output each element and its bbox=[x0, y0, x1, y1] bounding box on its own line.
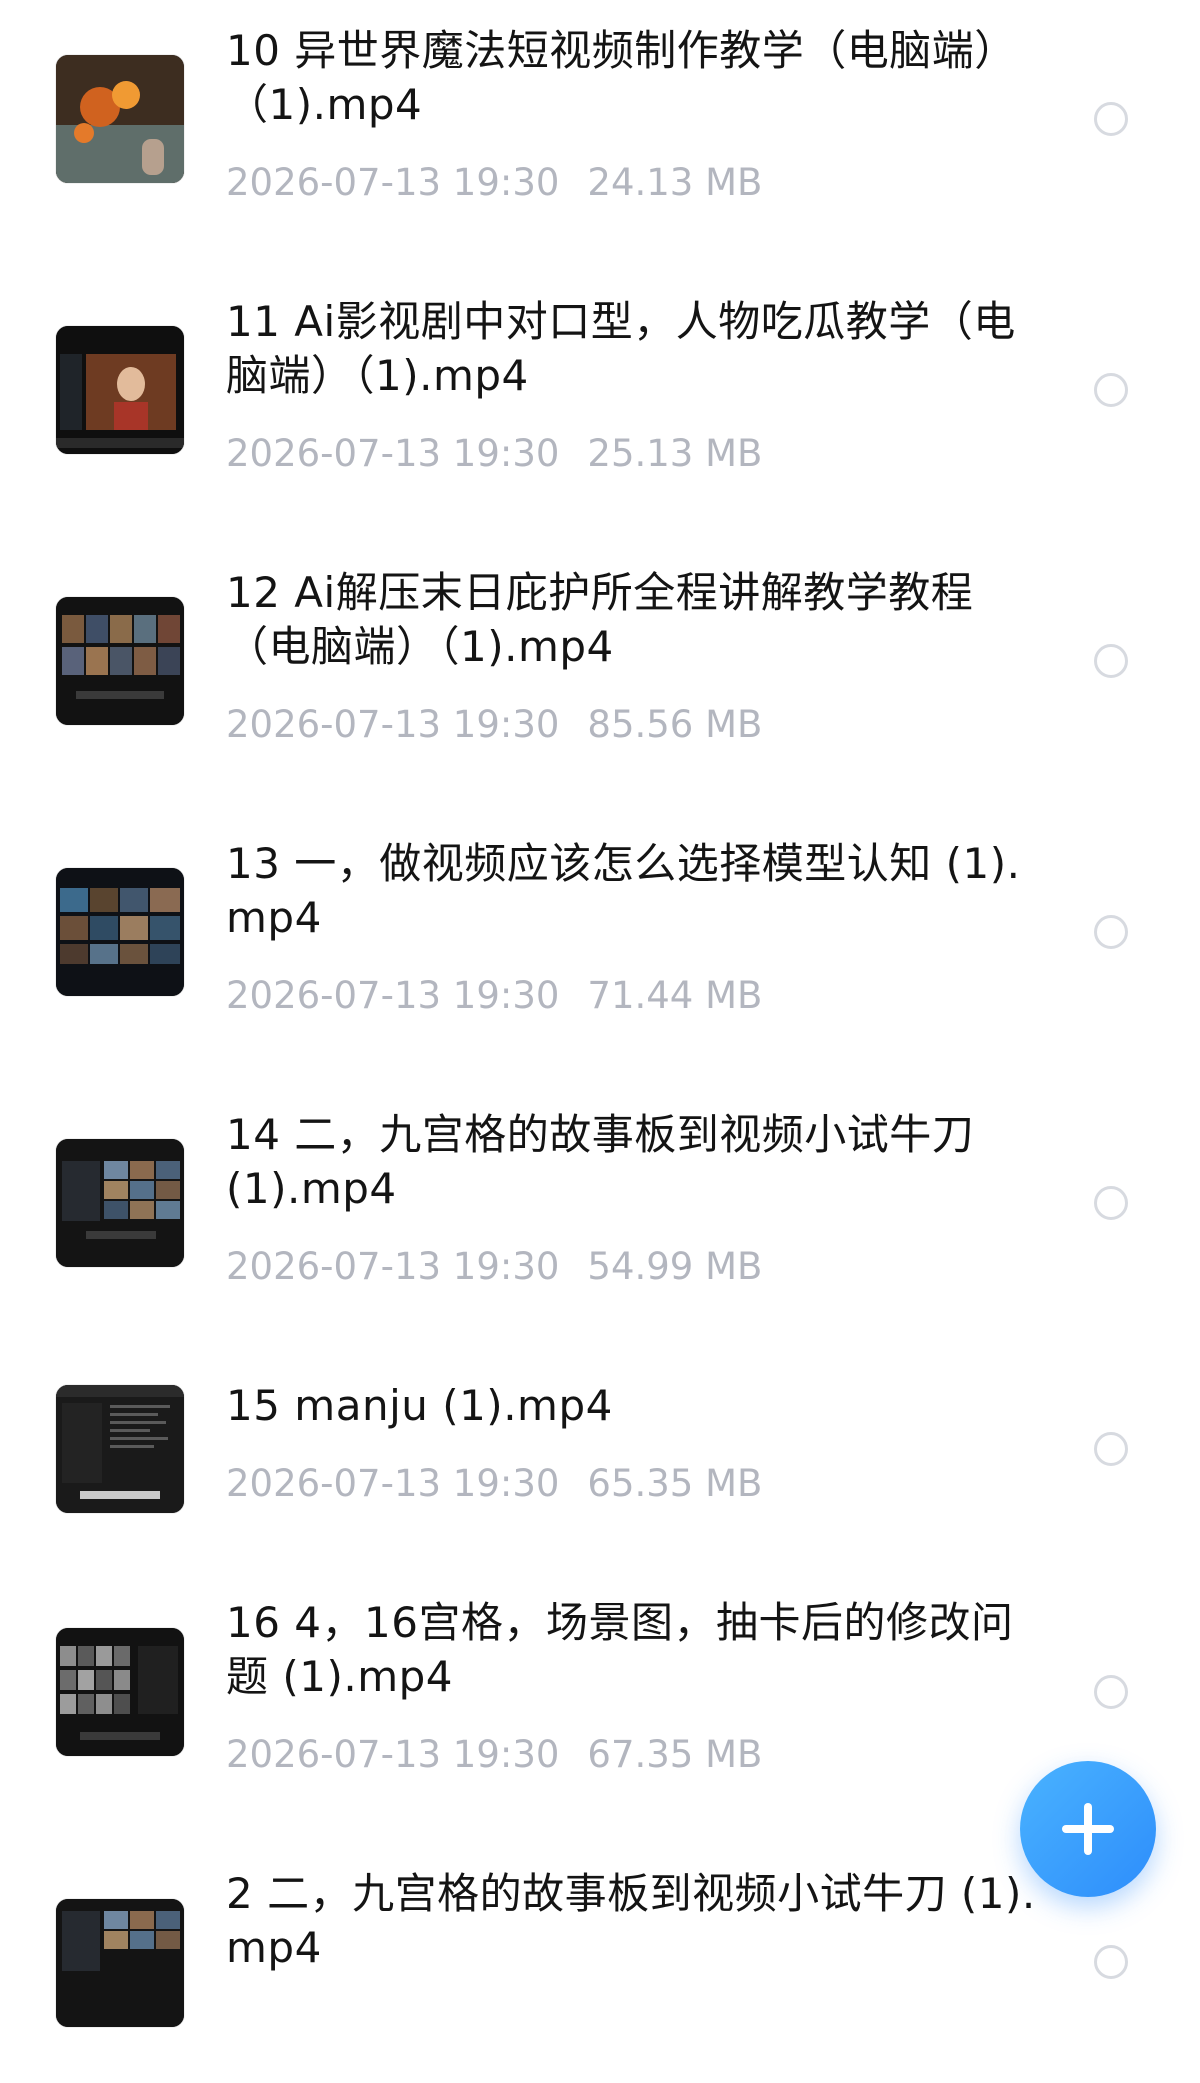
image-grid-icon bbox=[56, 597, 184, 725]
select-radio[interactable] bbox=[1094, 1675, 1128, 1709]
file-meta: 2026-07-13 19:30 65.35 MB bbox=[226, 1461, 762, 1507]
list-item[interactable]: 11 Ai影视剧中对口型，人物吃瓜教学（电脑端）（1).mp4 2026-07-… bbox=[0, 271, 1200, 511]
file-name: 14 二，九宫格的故事板到视频小试牛刀 (1).mp4 bbox=[226, 1110, 975, 1213]
list-item[interactable]: 16 4，16宫格，场景图，抽卡后的修改问题 (1).mp4 2026-07-1… bbox=[0, 1572, 1200, 1812]
file-date: 2026-07-13 19:30 bbox=[226, 1733, 560, 1776]
file-date: 2026-07-13 19:30 bbox=[226, 974, 560, 1017]
add-button[interactable] bbox=[1020, 1761, 1156, 1897]
video-thumbnail bbox=[56, 597, 184, 725]
file-meta: 2026-07-13 19:30 25.13 MB bbox=[226, 431, 762, 477]
select-radio[interactable] bbox=[1094, 1186, 1128, 1220]
video-thumbnail bbox=[56, 326, 184, 454]
file-size: 67.35 MB bbox=[587, 1733, 763, 1776]
list-item[interactable]: 15 manju (1).mp4 2026-07-13 19:30 65.35 M… bbox=[0, 1355, 1200, 1595]
video-thumbnail bbox=[56, 868, 184, 996]
drama-portrait-icon bbox=[56, 326, 184, 454]
file-list: 10 异世界魔法短视频制作教学（电脑端）（1).mp4 2026-07-13 1… bbox=[0, 0, 1200, 2027]
file-size: 54.99 MB bbox=[587, 1245, 763, 1288]
image-grid-icon bbox=[56, 868, 184, 996]
select-radio[interactable] bbox=[1094, 1432, 1128, 1466]
list-item[interactable]: 10 异世界魔法短视频制作教学（电脑端）（1).mp4 2026-07-13 1… bbox=[0, 0, 1200, 240]
video-thumbnail bbox=[56, 1628, 184, 1756]
select-radio[interactable] bbox=[1094, 102, 1128, 136]
file-date: 2026-07-13 19:30 bbox=[226, 1462, 560, 1505]
list-item[interactable]: 2 二，九宫格的故事板到视频小试牛刀 (1).mp4 bbox=[0, 1843, 1200, 2083]
file-size: 25.13 MB bbox=[587, 432, 763, 475]
file-date: 2026-07-13 19:30 bbox=[226, 703, 560, 746]
image-grid-icon bbox=[56, 1628, 184, 1756]
select-radio[interactable] bbox=[1094, 1945, 1128, 1979]
file-meta: 2026-07-13 19:30 67.35 MB bbox=[226, 1732, 762, 1778]
video-thumbnail bbox=[56, 1899, 184, 2027]
file-meta: 2026-07-13 19:30 54.99 MB bbox=[226, 1244, 762, 1290]
plus-icon bbox=[1062, 1803, 1114, 1855]
video-thumbnail bbox=[56, 55, 184, 183]
file-date: 2026-07-13 19:30 bbox=[226, 432, 560, 475]
list-item[interactable]: 12 Ai解压末日庇护所全程讲解教学教程（电脑端）（1).mp4 2026-07… bbox=[0, 542, 1200, 782]
storyboard-icon bbox=[56, 1139, 184, 1267]
select-radio[interactable] bbox=[1094, 373, 1128, 407]
file-date: 2026-07-13 19:30 bbox=[226, 161, 560, 204]
file-meta: 2026-07-13 19:30 24.13 MB bbox=[226, 160, 762, 206]
file-name: 10 异世界魔法短视频制作教学（电脑端）（1).mp4 bbox=[226, 26, 1017, 129]
file-size: 85.56 MB bbox=[587, 703, 763, 746]
file-name: 13 一，做视频应该怎么选择模型认知 (1).mp4 bbox=[226, 839, 1021, 942]
file-date: 2026-07-13 19:30 bbox=[226, 1245, 560, 1288]
file-meta: 2026-07-13 19:30 71.44 MB bbox=[226, 973, 762, 1019]
file-name: 12 Ai解压末日庇护所全程讲解教学教程（电脑端）（1).mp4 bbox=[226, 568, 974, 671]
file-name: 16 4，16宫格，场景图，抽卡后的修改问题 (1).mp4 bbox=[226, 1598, 1014, 1701]
code-editor-icon bbox=[56, 1385, 184, 1513]
file-name: 15 manju (1).mp4 bbox=[226, 1381, 613, 1430]
fire-scene-icon bbox=[56, 55, 184, 183]
storyboard-icon bbox=[56, 1899, 184, 2027]
file-size: 71.44 MB bbox=[587, 974, 763, 1017]
file-size: 65.35 MB bbox=[587, 1462, 763, 1505]
file-size: 24.13 MB bbox=[587, 161, 763, 204]
video-thumbnail bbox=[56, 1385, 184, 1513]
list-item[interactable]: 14 二，九宫格的故事板到视频小试牛刀 (1).mp4 2026-07-13 1… bbox=[0, 1084, 1200, 1324]
video-thumbnail bbox=[56, 1139, 184, 1267]
file-meta: 2026-07-13 19:30 85.56 MB bbox=[226, 702, 762, 748]
file-name: 11 Ai影视剧中对口型，人物吃瓜教学（电脑端）（1).mp4 bbox=[226, 297, 1016, 400]
list-item[interactable]: 13 一，做视频应该怎么选择模型认知 (1).mp4 2026-07-13 19… bbox=[0, 813, 1200, 1053]
file-meta bbox=[226, 2003, 254, 2049]
select-radio[interactable] bbox=[1094, 915, 1128, 949]
select-radio[interactable] bbox=[1094, 644, 1128, 678]
